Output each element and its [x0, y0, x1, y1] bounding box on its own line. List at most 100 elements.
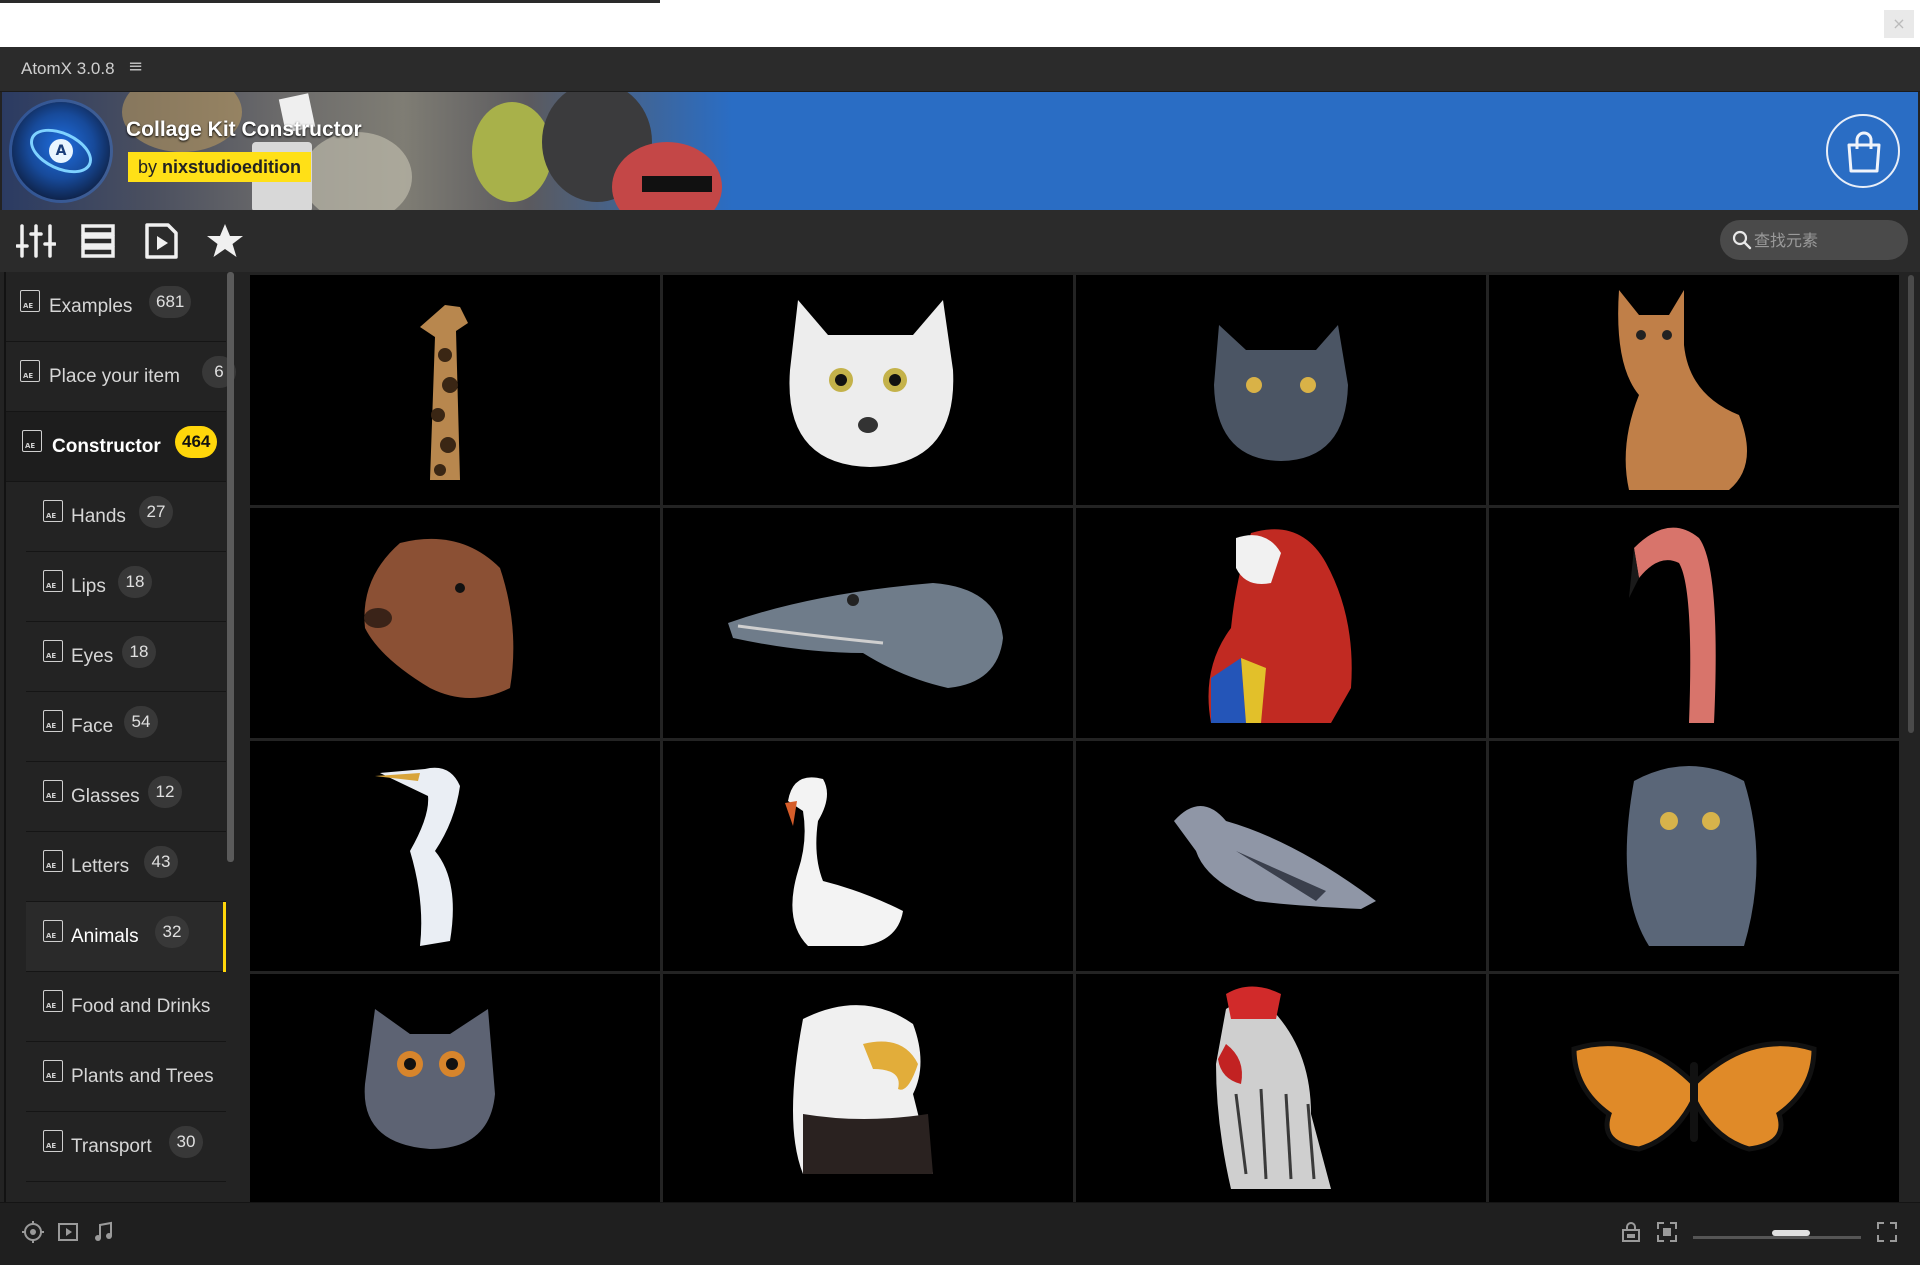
asset-white-cat-head[interactable] [663, 275, 1073, 505]
ae-file-icon: AE [43, 1060, 63, 1082]
kit-title: Collage Kit Constructor [126, 118, 362, 141]
ae-folder-icon: AE [22, 430, 42, 452]
ae-file-icon: AE [43, 570, 63, 592]
subcategory-label: Plants and Trees [71, 1066, 214, 1087]
asset-tabby-kitten[interactable] [1489, 275, 1899, 505]
asset-alligator-head[interactable] [663, 508, 1073, 738]
subcategory-label: Food and Drinks [71, 996, 211, 1017]
asset-monarch-butterfly[interactable] [1489, 974, 1899, 1203]
subcategory-transport[interactable]: AE Transport 30 [26, 1112, 226, 1182]
subcategory-next[interactable] [26, 1182, 226, 1202]
ae-file-icon: AE [20, 360, 40, 382]
fullscreen-icon[interactable] [1876, 1221, 1898, 1243]
lock-icon[interactable] [1620, 1221, 1642, 1243]
fit-frame-icon[interactable] [1656, 1221, 1678, 1243]
host-close-button[interactable]: × [1884, 10, 1914, 38]
asset-grid [250, 275, 1906, 1203]
preview-icon[interactable] [142, 222, 182, 260]
sliders-icon[interactable] [15, 222, 57, 260]
count-badge: 54 [124, 706, 158, 738]
count-badge: 43 [144, 846, 178, 878]
kit-banner: A Collage Kit Constructor by nixstudioed… [2, 92, 1918, 210]
category-label: Examples [49, 296, 133, 317]
grid-scrollbar[interactable] [1908, 275, 1914, 733]
ae-file-icon: AE [43, 640, 63, 662]
asset-rooster[interactable] [1076, 974, 1486, 1203]
category-examples[interactable]: AE Examples 681 [6, 272, 226, 342]
search-box[interactable] [1720, 220, 1908, 260]
atomx-panel: AtomX 3.0.8 ≡ A Collage Kit Constructor … [0, 47, 1920, 1265]
subcategory-glasses[interactable]: AE Glasses 12 [26, 762, 226, 832]
list-icon[interactable] [79, 222, 119, 260]
host-window-strip: × [0, 0, 1920, 47]
subcategory-letters[interactable]: AE Letters 43 [26, 832, 226, 902]
count-badge: 18 [118, 566, 152, 598]
category-label: Place your item [49, 366, 180, 387]
subcategory-label: Hands [71, 506, 126, 527]
subcategory-hands[interactable]: AE Hands 27 [26, 482, 226, 552]
count-badge: 681 [149, 286, 192, 318]
status-bar [0, 1202, 1920, 1265]
ae-file-icon: AE [43, 990, 63, 1012]
zoom-slider-handle[interactable] [1772, 1230, 1810, 1236]
ae-file-icon: AE [43, 1130, 63, 1152]
subcategory-label: Eyes [71, 646, 114, 667]
music-note-icon[interactable] [92, 1221, 114, 1243]
count-badge: 30 [169, 1126, 203, 1158]
asset-bald-eagle[interactable] [663, 974, 1073, 1203]
subcategory-label: Face [71, 716, 114, 737]
asset-dog-head[interactable] [250, 508, 660, 738]
asset-giraffe[interactable] [250, 275, 660, 505]
asset-flamingo[interactable] [1489, 508, 1899, 738]
count-badge: 27 [139, 496, 173, 528]
favorites-star-icon[interactable] [205, 222, 245, 260]
subcategory-lips[interactable]: AE Lips 18 [26, 552, 226, 622]
host-tab-bar [0, 0, 660, 3]
sidebar-scrollbar[interactable] [227, 272, 234, 862]
ae-file-icon: AE [43, 780, 63, 802]
asset-egret[interactable] [250, 741, 660, 971]
category-label: Constructor [52, 436, 161, 457]
count-badge: 12 [148, 776, 182, 808]
subcategory-face[interactable]: AE Face 54 [26, 692, 226, 762]
subcategory-label: Transport [71, 1136, 152, 1157]
ae-file-icon: AE [43, 710, 63, 732]
asset-pigeon[interactable] [1076, 741, 1486, 971]
app-title: AtomX 3.0.8 [21, 59, 115, 78]
video-icon[interactable] [57, 1221, 79, 1243]
count-badge: 18 [122, 636, 156, 668]
subcategory-label: Glasses [71, 786, 140, 807]
ae-file-icon: AE [43, 850, 63, 872]
subcategory-label: Letters [71, 856, 130, 877]
ae-file-icon: AE [20, 290, 40, 312]
subcategory-animals[interactable]: AE Animals 32 [26, 902, 226, 972]
count-badge: 32 [155, 916, 189, 948]
collage-artwork [2, 92, 732, 210]
subcategory-label: Lips [71, 576, 106, 597]
count-badge: 464 [175, 426, 218, 458]
subcategory-label: Animals [71, 926, 139, 947]
category-constructor[interactable]: AE Constructor 464 [6, 412, 226, 482]
subcategory-plants-and-trees[interactable]: AE Plants and Trees [26, 1042, 226, 1112]
zoom-slider-track[interactable] [1693, 1236, 1861, 1239]
ae-file-icon: AE [43, 500, 63, 522]
toolbar [0, 210, 1920, 272]
asset-swan[interactable] [663, 741, 1073, 971]
author-tag[interactable]: by nixstudioedition [128, 152, 312, 182]
search-icon [1732, 230, 1752, 250]
shopping-bag-icon [1847, 131, 1881, 173]
subcategory-eyes[interactable]: AE Eyes 18 [26, 622, 226, 692]
title-bar: AtomX 3.0.8 ≡ [0, 47, 1920, 92]
atomx-logo: A [12, 102, 110, 200]
asset-eagle-owl[interactable] [250, 974, 660, 1203]
subcategory-food-and-drinks[interactable]: AE Food and Drinks [26, 972, 226, 1042]
shop-button[interactable] [1826, 114, 1900, 188]
asset-gray-cat-head[interactable] [1076, 275, 1486, 505]
asset-owlet[interactable] [1489, 741, 1899, 971]
search-input[interactable] [1754, 220, 1902, 260]
category-sidebar: AE Examples 681 AE Place your item 6 AE … [0, 272, 236, 1202]
hamburger-icon[interactable]: ≡ [128, 56, 143, 77]
compass-icon[interactable] [22, 1221, 44, 1243]
asset-macaw-parrot[interactable] [1076, 508, 1486, 738]
category-place-your-item[interactable]: AE Place your item 6 [6, 342, 236, 412]
